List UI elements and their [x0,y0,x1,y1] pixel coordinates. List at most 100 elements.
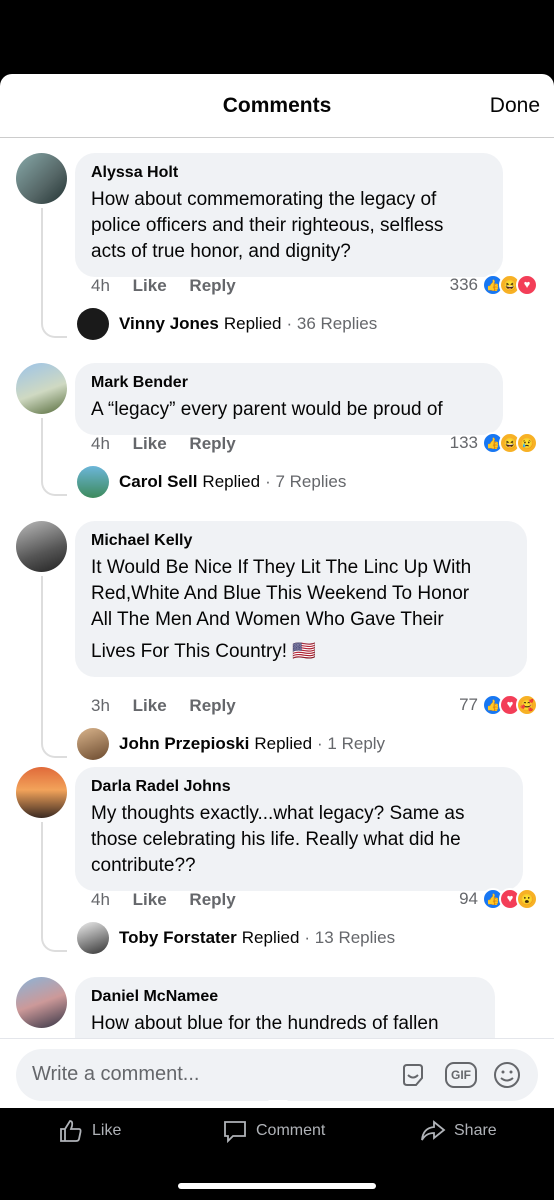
like-link[interactable]: Like [133,890,167,909]
like-link[interactable]: Like [133,696,167,715]
comment-meta: 4h Like Reply [91,434,254,454]
reaction-count: 133 [449,433,478,452]
comments-sheet: Comments Done Alyssa Holt How about comm… [0,74,554,1108]
reply-link[interactable]: Reply [189,890,235,909]
reply-author: Carol Sell [119,472,198,491]
comment-author[interactable]: Michael Kelly [91,531,511,551]
reply-avatar [77,728,109,760]
comment-author[interactable]: Alyssa Holt [91,163,487,183]
comment-bubble[interactable]: Michael Kelly It Would Be Nice If They L… [75,521,527,677]
done-button[interactable]: Done [490,94,540,118]
thread-line [41,822,67,952]
avatar[interactable] [16,767,67,818]
comment-composer: Write a comment... GIF [0,1038,554,1108]
home-indicator [178,1183,376,1189]
thumbs-up-icon [60,1120,82,1142]
comment-text-line: police officers and their righteous, sel… [91,215,444,236]
reaction-count: 94 [459,889,478,908]
replies-summary[interactable]: Vinny Jones Replied · 36 Replies [77,308,377,340]
comment-text-line: those celebrating his life. Really what … [91,829,461,850]
emoji-icon[interactable] [492,1060,522,1090]
reply-count: · 36 Replies [286,314,378,333]
comment-time: 4h [91,890,110,909]
comment-time: 4h [91,276,110,295]
comment-label: Comment [256,1122,326,1139]
sticker-icon[interactable] [398,1060,428,1090]
comment-text: It Would Be Nice If They Lit The Linc Up… [91,555,511,665]
avatar[interactable] [16,363,67,414]
comment-time: 4h [91,434,110,453]
reply-count: · 13 Replies [304,928,396,947]
avatar[interactable] [16,977,67,1028]
comment-author[interactable]: Mark Bender [91,373,487,393]
like-link[interactable]: Like [133,276,167,295]
comment-text: How about commemorating the legacy of po… [91,187,487,265]
comment-icon [224,1121,246,1144]
comment-placeholder: Write a comment... [32,1063,200,1085]
page-title: Comments [222,94,332,117]
comment-meta: 4h Like Reply [91,890,254,910]
comment-time: 3h [91,696,110,715]
reply-verb: Replied [241,928,300,947]
reaction-summary[interactable]: 336 👍 😆 ♥ [450,274,538,296]
comment-text-line: contribute?? [91,855,196,876]
like-label: Like [92,1122,122,1139]
thread-line [41,208,67,338]
comment-input[interactable]: Write a comment... GIF [16,1049,538,1101]
comment-author[interactable]: Darla Radel Johns [91,777,507,797]
like-link[interactable]: Like [133,434,167,453]
comment-text: A “legacy” every parent would be proud o… [91,397,487,423]
replies-summary[interactable]: Carol Sell Replied · 7 Replies [77,466,346,498]
comment-text-line: Lives For This Country! 🇺🇸 [91,641,316,662]
replies-summary[interactable]: John Przepioski Replied · 1 Reply [77,728,385,760]
reply-count: · 1 Reply [317,734,386,753]
comment-text-line: acts of true honor, and dignity? [91,241,351,262]
comment-button[interactable]: Comment [222,1118,325,1144]
reaction-summary[interactable]: 133 👍 😆 😢 [450,432,538,454]
love-reaction-icon: ♥ [516,274,538,296]
reaction-count: 336 [449,275,478,294]
replies-summary[interactable]: Toby Forstater Replied · 13 Replies [77,922,395,954]
reply-avatar [77,308,109,340]
comment-text-line: It Would Be Nice If They Lit The Linc Up… [91,557,472,578]
reply-verb: Replied [254,734,313,753]
reply-author: John Przepioski [119,734,250,753]
avatar[interactable] [16,521,67,572]
comment-text-line: My thoughts exactly...what legacy? Same … [91,803,465,824]
reply-author: Toby Forstater [119,928,237,947]
comment-bubble[interactable]: Alyssa Holt How about commemorating the … [75,153,503,277]
reply-link[interactable]: Reply [189,434,235,453]
comment-text: How about blue for the hundreds of falle… [91,1011,479,1037]
wow-reaction-icon: 😮 [516,888,538,910]
reply-verb: Replied [202,472,261,491]
comment-text: My thoughts exactly...what legacy? Same … [91,801,507,879]
comment-text-line: A “legacy” every parent would be proud o… [91,399,443,420]
comment-bubble[interactable]: Mark Bender A “legacy” every parent woul… [75,363,503,435]
reply-avatar [77,466,109,498]
thread-line [41,418,67,496]
thread-line [41,576,67,758]
comment-author[interactable]: Daniel McNamee [91,987,479,1007]
comments-header: Comments Done [0,74,554,138]
comment-text-line: All The Men And Women Who Gave Their [91,609,444,630]
reaction-summary[interactable]: 94 👍 ♥ 😮 [459,888,538,910]
reply-link[interactable]: Reply [189,696,235,715]
comment-list[interactable]: Alyssa Holt How about commemorating the … [0,139,554,1039]
comment-text-line: Red,White And Blue This Weekend To Honor [91,583,470,604]
comment-text-line: How about blue for the hundreds of falle… [91,1013,439,1034]
avatar[interactable] [16,153,67,204]
reply-author: Vinny Jones [119,314,219,333]
sad-reaction-icon: 😢 [516,432,538,454]
comment-text-line: How about commemorating the legacy of [91,189,437,210]
share-button[interactable]: Share [420,1118,497,1144]
gif-button[interactable]: GIF [444,1060,478,1090]
reaction-summary[interactable]: 77 👍 ♥ 🥰 [459,694,538,716]
like-button[interactable]: Like [58,1118,121,1144]
share-label: Share [454,1122,497,1139]
share-icon [421,1120,446,1141]
comment-bubble[interactable]: Darla Radel Johns My thoughts exactly...… [75,767,523,891]
comment-meta: 4h Like Reply [91,276,254,296]
reply-link[interactable]: Reply [189,276,235,295]
reaction-count: 77 [459,695,478,714]
comment-bubble[interactable]: Daniel McNamee How about blue for the hu… [75,977,495,1039]
